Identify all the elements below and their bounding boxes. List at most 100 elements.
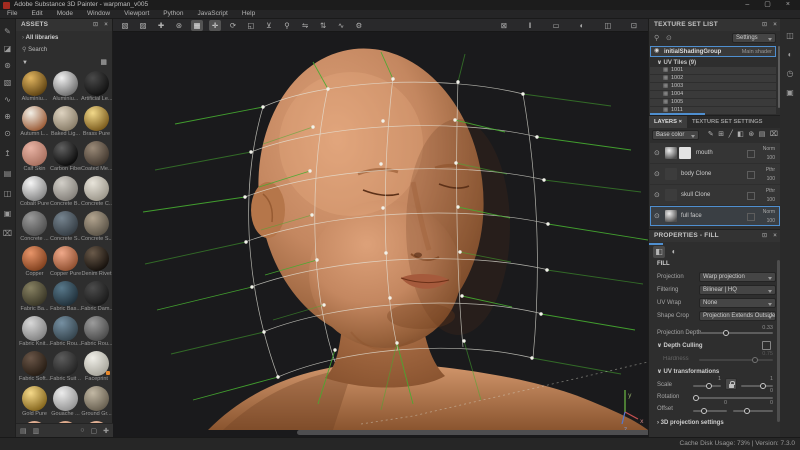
filter-icon[interactable]: ▼ (22, 60, 28, 66)
material-thumbnail[interactable]: Faceprint (81, 351, 112, 384)
channel-dropdown[interactable]: Base color (652, 130, 699, 140)
material-thumbnail[interactable]: Concrete S... (81, 211, 112, 244)
layer-effect-box[interactable] (747, 150, 755, 158)
shader-settings-panel-icon[interactable]: ◐ (788, 50, 793, 60)
popout-panel-icon[interactable]: ⊡ (762, 19, 767, 31)
material-thumbnail[interactable]: Carbon Fiber (50, 141, 81, 174)
minimize-button[interactable]: – (745, 0, 749, 10)
material-thumbnail[interactable]: Fabric Rou... (81, 316, 112, 349)
symmetry-tool-icon[interactable]: ⇅ (317, 20, 329, 31)
material-thumbnail[interactable]: Baked Lig... (50, 106, 81, 139)
projection-depth-slider[interactable] (699, 329, 773, 336)
perspective-view-icon[interactable]: ▭ (550, 20, 562, 31)
rotate-tool-icon[interactable]: ⟳ (227, 20, 239, 31)
eye-icon[interactable]: ⊙ (666, 34, 672, 42)
layer-thumbnail[interactable] (665, 168, 677, 180)
material-thumbnail[interactable]: Fabric Knit... (19, 316, 50, 349)
screenshot-icon[interactable]: ⊡ (628, 20, 640, 31)
add-smart-material-icon[interactable]: ⊛ (748, 130, 754, 138)
projection-tool-icon[interactable]: ⊛ (2, 60, 14, 72)
pivot-tool-icon[interactable]: ⊻ (263, 20, 275, 31)
material-thumbnail[interactable]: Fabric Ba... (19, 281, 50, 314)
visibility-eye-icon[interactable]: ⊙ (654, 191, 660, 199)
offset-slider-1[interactable] (693, 407, 727, 414)
material-thumbnail[interactable]: Autumn L... (19, 106, 50, 139)
open-folder-icon[interactable]: ▢ (91, 427, 98, 435)
menu-item[interactable]: JavaScript (191, 10, 235, 18)
layer-row[interactable]: ⊙ mouth Norm 100 (650, 143, 780, 163)
tsl-settings-dropdown[interactable]: Settings (732, 33, 776, 43)
layer-row[interactable]: ⊙ full face Norm 100 (650, 206, 780, 226)
material-thumbnail[interactable]: Fabric Soft... (19, 351, 50, 384)
eraser-tool-icon[interactable]: ◪ (2, 43, 14, 55)
tab-material-properties[interactable]: ◧ (653, 246, 665, 258)
maximize-button[interactable]: ▢ (764, 0, 771, 10)
property-dropdown[interactable]: Projection Extends Outside Shape (699, 311, 776, 321)
shelf-view-icon[interactable]: ▤ (20, 427, 27, 435)
close-tab-icon[interactable]: × (679, 119, 682, 125)
history-panel-icon[interactable]: ◷ (787, 69, 794, 79)
tab-shader-properties[interactable]: ◐ (668, 246, 680, 258)
uv-reproject-tool-icon[interactable]: ▧ (119, 20, 131, 31)
add-resource-icon[interactable]: ✚ (103, 427, 109, 435)
material-thumbnail[interactable]: Concrete S... (50, 211, 81, 244)
add-stamp-icon[interactable]: ⊞ (718, 130, 724, 138)
material-thumbnail[interactable]: Aluminiu... (50, 71, 81, 104)
add-projection-icon[interactable]: ✚ (155, 20, 167, 31)
resources-icon[interactable]: ▤ (2, 168, 14, 180)
property-dropdown[interactable]: Bilinear | HQ (699, 285, 776, 295)
viewport-3d[interactable]: ▧▨✚⊛▦✛⟳◱⊻⚲⇋⇅∿⚙ ⊠‖▭◐◫⊡ Material (113, 19, 648, 437)
menu-item[interactable]: Help (235, 10, 262, 18)
visibility-eye-icon[interactable]: ⊙ (654, 170, 660, 178)
material-thumbnail[interactable]: Gouache ... (50, 386, 81, 419)
viewport-disable-icon[interactable]: ⊠ (498, 20, 510, 31)
search-icon[interactable]: ⚲ (654, 34, 659, 42)
material-thumbnail[interactable]: Copper Pure (50, 246, 81, 279)
close-button[interactable]: × (786, 0, 790, 10)
layer-effect-box[interactable] (747, 213, 755, 221)
uv-tile-row[interactable]: ▦ 1003 (650, 83, 776, 90)
layer-mask-thumbnail[interactable] (679, 147, 691, 159)
uv-tile-row[interactable]: ▦ 1002 (650, 75, 776, 82)
menu-item[interactable]: File (0, 10, 24, 18)
tab-texture-set-settings[interactable]: TEXTURE SET SETTINGS (687, 116, 768, 128)
menu-item[interactable]: Window (80, 10, 117, 18)
material-thumbnail[interactable]: Copper (19, 246, 50, 279)
camera-icon[interactable]: ▣ (2, 208, 14, 220)
menu-item[interactable]: Mode (50, 10, 80, 18)
viewport-gear-icon[interactable]: ⚙ (353, 20, 365, 31)
log-panel-icon[interactable]: ▣ (786, 88, 794, 98)
lazy-mouse-tool-icon[interactable]: ∿ (335, 20, 347, 31)
material-thumbnail[interactable]: Gold Pure (19, 386, 50, 419)
property-dropdown[interactable]: Warp projection (699, 272, 776, 282)
offset-slider-2[interactable] (733, 407, 773, 414)
close-panel-icon[interactable]: × (773, 19, 777, 31)
menu-item[interactable]: Python (156, 10, 190, 18)
uv-tile-row[interactable]: ▦ 1005 (650, 99, 776, 106)
material-thumbnail[interactable]: Ground Gr... (81, 386, 112, 419)
log-icon[interactable]: ⌧ (2, 228, 14, 240)
property-dropdown[interactable]: None (699, 298, 776, 308)
add-fill-layer-icon[interactable]: ◧ (737, 130, 744, 138)
grid-view-icon[interactable]: ▦ (100, 57, 107, 69)
refresh-shelf-icon[interactable]: ○ (80, 427, 84, 435)
add-paint-layer-icon[interactable]: ╱ (729, 130, 733, 138)
material-thumbnail[interactable]: Fabric Dam... (81, 281, 112, 314)
material-thumbnail[interactable]: Calf Skin (19, 141, 50, 174)
opacity-dropdown[interactable]: 100 (758, 155, 775, 161)
projection-settings-section[interactable]: › 3D projection settings (657, 420, 724, 426)
popout-panel-icon[interactable]: ⊡ (762, 230, 767, 242)
material-thumbnail[interactable]: Cobalt Pure (19, 176, 50, 209)
export-icon[interactable]: ↥ (2, 148, 14, 160)
move-tool-icon[interactable]: ✛ (209, 20, 221, 31)
material-thumbnail[interactable]: Denim Rivet (81, 246, 112, 279)
add-effect-icon[interactable]: ✎ (708, 130, 714, 138)
layer-effect-box[interactable] (747, 171, 755, 179)
clone-tool-icon[interactable]: ⊕ (2, 111, 14, 123)
material-thumbnail[interactable]: Concrete C... (81, 176, 112, 209)
uv-tile-row[interactable]: ▦ 1004 (650, 91, 776, 98)
hardness-slider[interactable] (699, 356, 773, 363)
layer-row[interactable]: ⊙ body Clone Pthr 100 (650, 164, 780, 184)
depth-culling-checkbox[interactable] (762, 341, 771, 350)
pause-engine-icon[interactable]: ‖ (524, 20, 536, 31)
